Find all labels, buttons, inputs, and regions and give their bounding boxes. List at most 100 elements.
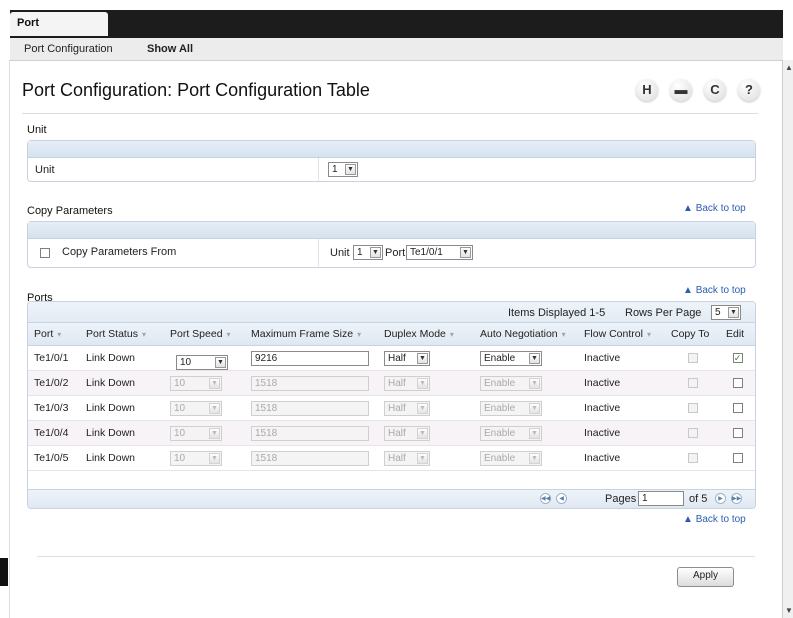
copy-parameters-label: Copy Parameters From	[62, 246, 177, 258]
copy-parameters-checkbox[interactable]	[40, 248, 50, 258]
copy-port-label: Port	[385, 247, 406, 259]
page-number-input[interactable]: 1	[638, 491, 684, 506]
frame-cell: 1518	[245, 445, 378, 471]
auto-negotiation-select: Enable ▼	[480, 425, 542, 441]
autoneg-cell: Enable ▼	[474, 420, 578, 446]
scroll-down-icon[interactable]: ▼	[785, 606, 793, 615]
subnav-show-all[interactable]: Show All	[147, 43, 193, 55]
subnav-port-configuration[interactable]: Port Configuration	[24, 43, 113, 55]
table-row: Te1/0/5 Link Down 10 ▼ 1518 Half ▼ Enable ▼…	[28, 445, 755, 471]
edit-checkbox[interactable]	[732, 403, 743, 414]
unit-row: Unit 1 ▼	[28, 158, 755, 181]
chevron-down-icon: ▼	[529, 452, 540, 464]
chevron-down-icon: ▼	[728, 307, 739, 318]
chevron-down-icon: ▼	[460, 247, 471, 258]
save-icon[interactable]: H	[636, 79, 658, 101]
first-page-icon[interactable]: ◀◀	[540, 493, 551, 504]
flow-cell: Inactive	[578, 370, 665, 396]
refresh-icon[interactable]: C	[704, 79, 726, 101]
ports-box: Items Displayed 1-5 Rows Per Page 5 ▼ Por…	[27, 301, 756, 509]
copy-row: Copy Parameters From Unit 1 ▼ Port Te1/0/…	[28, 239, 755, 266]
table-row: Te1/0/4 Link Down 10 ▼ 1518 Half ▼ Enable ▼…	[28, 420, 755, 446]
col-port[interactable]: Port ▾	[28, 323, 80, 346]
print-icon[interactable]: ▬	[670, 79, 692, 101]
edit-checkbox-checked[interactable]: ✓	[732, 353, 743, 364]
tab-port-configuration[interactable]: Port Configuration	[10, 12, 108, 51]
scroll-up-icon[interactable]: ▲	[785, 63, 793, 72]
col-flow-control[interactable]: Flow Control ▾	[578, 323, 665, 346]
port-cell: Te1/0/2	[28, 370, 80, 396]
copy-to-checkbox[interactable]	[687, 453, 698, 464]
back-to-top-link-2[interactable]: ▲ Back to top	[683, 285, 746, 296]
col-port-speed[interactable]: Port Speed ▾	[164, 323, 245, 346]
flow-cell: Inactive	[578, 445, 665, 471]
frame-cell: 1518	[245, 420, 378, 446]
max-frame-size-input[interactable]: 9216	[251, 350, 369, 366]
copy-to-checkbox[interactable]	[687, 353, 698, 364]
edit-cell	[720, 370, 755, 396]
chevron-down-icon: ▼	[370, 247, 381, 258]
next-page-icon[interactable]: ▶	[715, 493, 726, 504]
vertical-scrollbar[interactable]: ▲ ▼	[782, 60, 793, 618]
copy-to-checkbox[interactable]	[687, 378, 698, 389]
col-auto-negotiation[interactable]: Auto Negotiation ▾	[474, 323, 578, 346]
max-frame-size-input: 1518	[251, 375, 369, 391]
edit-checkbox[interactable]	[732, 453, 743, 464]
back-to-top-link-3[interactable]: ▲ Back to top	[683, 514, 746, 525]
pages-label: Pages	[605, 493, 637, 505]
page-count: of 5	[689, 493, 708, 505]
copy-to-checkbox[interactable]	[687, 428, 698, 439]
edit-checkbox[interactable]	[732, 378, 743, 389]
duplex-cell: Half ▼	[378, 395, 474, 421]
copy-to-cell	[665, 370, 720, 396]
duplex-cell: Half ▼	[378, 345, 474, 371]
duplex-select: Half ▼	[384, 375, 430, 391]
copy-to-checkbox[interactable]	[687, 403, 698, 414]
duplex-cell: Half ▼	[378, 445, 474, 471]
unit-box-header	[28, 141, 755, 158]
status-cell: Link Down	[80, 370, 164, 396]
chevron-down-icon: ▼	[209, 427, 220, 439]
col-copy-to: Copy To	[665, 323, 720, 346]
edit-cell: ✓	[720, 345, 755, 371]
apply-button[interactable]: Apply	[677, 567, 734, 587]
duplex-select: Half ▼	[384, 425, 430, 441]
copy-unit-select[interactable]: 1 ▼	[353, 245, 383, 260]
chevron-down-icon: ▼	[209, 452, 220, 464]
col-max-frame-size[interactable]: Maximum Frame Size ▾	[245, 323, 378, 346]
autoneg-cell: Enable ▼	[474, 370, 578, 396]
auto-negotiation-select[interactable]: Enable ▼	[480, 350, 542, 366]
duplex-select[interactable]: Half ▼	[384, 350, 430, 366]
autoneg-cell: Enable ▼	[474, 345, 578, 371]
speed-cell: 10 ▼	[164, 345, 245, 371]
edit-checkbox[interactable]	[732, 428, 743, 439]
unit-section-title: Unit	[27, 124, 47, 136]
back-to-top-link-1[interactable]: ▲ Back to top	[683, 203, 746, 214]
chevron-down-icon: ▼	[417, 377, 428, 389]
chevron-down-icon: ▼	[529, 352, 540, 364]
chevron-down-icon: ▼	[417, 452, 428, 464]
copy-port-select[interactable]: Te1/0/1 ▼	[406, 245, 473, 260]
copy-to-cell	[665, 395, 720, 421]
copy-section-title: Copy Parameters	[27, 205, 113, 217]
copy-to-cell	[665, 445, 720, 471]
auto-negotiation-select: Enable ▼	[480, 400, 542, 416]
footer-divider	[37, 556, 755, 557]
last-page-icon[interactable]: ▶▶	[731, 493, 742, 504]
previous-page-icon[interactable]: ◀	[556, 493, 567, 504]
copy-parameters-box: Copy Parameters From Unit 1 ▼ Port Te1/0/…	[27, 221, 756, 268]
copy-to-cell	[665, 420, 720, 446]
unit-select[interactable]: 1 ▼	[328, 162, 358, 177]
rows-per-page-select[interactable]: 5 ▼	[711, 305, 741, 320]
col-port-status[interactable]: Port Status ▾	[80, 323, 164, 346]
table-row: Te1/0/3 Link Down 10 ▼ 1518 Half ▼ Enable ▼…	[28, 395, 755, 421]
port-cell: Te1/0/5	[28, 445, 80, 471]
speed-cell: 10 ▼	[164, 420, 245, 446]
copy-to-cell	[665, 345, 720, 371]
port-speed-select[interactable]: 10 ▼	[176, 354, 228, 370]
help-icon[interactable]: ?	[738, 79, 760, 101]
edit-cell	[720, 395, 755, 421]
frame-cell: 9216	[245, 345, 378, 371]
col-duplex-mode[interactable]: Duplex Mode ▾	[378, 323, 474, 346]
copy-box-header	[28, 222, 755, 239]
